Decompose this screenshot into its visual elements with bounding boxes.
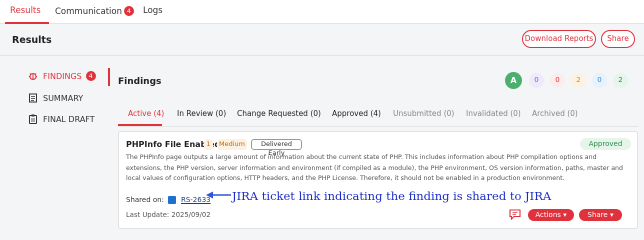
severity-count-low: 0 [592, 73, 607, 88]
top-tab-bar: Results Communication 4 Logs [0, 0, 644, 24]
findings-count-badge: 4 [85, 71, 96, 81]
chat-icon[interactable] [509, 209, 521, 221]
shared-on-label: Shared on: [126, 196, 164, 204]
finding-card[interactable]: PHPInfo File Enabled 1 Medium Delivered … [118, 131, 638, 229]
annotation-text: JIRA ticket link indicating the finding … [232, 189, 552, 203]
findings-tabs-divider [118, 126, 638, 127]
card-share-button[interactable]: Share ▾ [579, 209, 622, 221]
share-button[interactable]: Share [601, 30, 635, 48]
sidebar-item-final-draft[interactable]: FINAL DRAFT [28, 114, 95, 124]
chevron-down-icon: ▾ [609, 211, 614, 219]
sidebar-item-label: FINDINGS [43, 71, 82, 81]
tab-in-review[interactable]: In Review (0) [177, 109, 226, 118]
severity-count-info: 2 [613, 73, 628, 88]
status-badge: Approved [580, 138, 631, 150]
annotation-arrow-icon [206, 191, 231, 199]
jira-icon [167, 196, 176, 204]
actions-button[interactable]: Actions ▾ [528, 209, 574, 221]
findings-title: Findings [118, 77, 162, 87]
severity-count-critical: 0 [529, 73, 544, 88]
security-grade-badge: A [505, 72, 522, 89]
sidebar-item-summary[interactable]: SUMMARY [28, 93, 83, 103]
last-update: Last Update: 2025/09/02 [126, 211, 211, 219]
severity-badge: Medium [217, 139, 247, 150]
sidebar-item-label: FINAL DRAFT [43, 114, 95, 124]
tab-results[interactable]: Results [10, 6, 41, 16]
tab-archived[interactable]: Archived (0) [532, 109, 578, 118]
tab-unsubmitted[interactable]: Unsubmitted (0) [393, 109, 454, 118]
severity-count-high: 0 [550, 73, 565, 88]
tab-invalidated[interactable]: Invalidated (0) [466, 109, 521, 118]
sidebar-item-label: SUMMARY [43, 93, 84, 103]
header-divider [0, 55, 644, 56]
download-reports-button[interactable]: Download Reports [522, 30, 596, 48]
card-share-label: Share [587, 211, 608, 219]
tab-logs[interactable]: Logs [143, 6, 163, 16]
sidebar-active-indicator [108, 68, 110, 86]
tab-results-label: Results [10, 6, 41, 16]
tab-communication[interactable]: Communication 4 [55, 6, 134, 17]
tab-logs-label: Logs [143, 6, 163, 16]
communication-badge: 4 [124, 6, 134, 16]
document-icon [28, 93, 38, 103]
tab-communication-label: Communication [55, 7, 122, 17]
bug-icon [28, 71, 38, 81]
sidebar-item-findings[interactable]: FINDINGS 4 [28, 71, 96, 81]
clipboard-icon [28, 114, 38, 124]
actions-button-label: Actions [535, 211, 561, 219]
delivery-badge: Delivered Early [251, 139, 302, 157]
tab-approved[interactable]: Approved (4) [332, 109, 381, 118]
severity-count-medium: 2 [571, 73, 586, 88]
tab-change-requested[interactable]: Change Requested (0) [237, 109, 321, 118]
finding-description: The PHPInfo page outputs a large amount … [126, 154, 624, 182]
chevron-down-icon: ▾ [563, 211, 567, 219]
shared-on-row: Shared on: RS-2633 [126, 196, 211, 204]
finding-count-badge: 1 [204, 139, 213, 150]
tab-active-underline [5, 22, 49, 24]
page-title: Results [12, 35, 52, 46]
tab-active[interactable]: Active (4) [128, 109, 164, 118]
